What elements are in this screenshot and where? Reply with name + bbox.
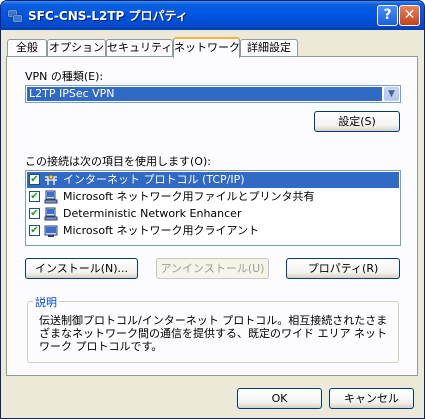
checkbox[interactable]: ✔ [29, 191, 40, 202]
properties-button[interactable]: プロパティ(R) [286, 258, 400, 279]
ok-button[interactable]: OK [237, 388, 322, 409]
tab-general[interactable]: 全般 [7, 39, 47, 57]
list-item-label: Microsoft ネットワーク用クライアント [63, 224, 260, 237]
list-item[interactable]: ✔ Microsoft ネットワーク用クライアント [27, 223, 399, 239]
vpn-type-value: L2TP IPSec VPN [27, 87, 382, 101]
client-icon [44, 225, 58, 237]
uninstall-button[interactable]: アンインストール(U) [156, 258, 269, 279]
list-item-label: Microsoft ネットワーク用ファイルとプリンタ共有 [63, 190, 315, 203]
components-label: この接続は次の項目を使用します(O): [25, 155, 211, 168]
checkbox[interactable]: ✔ [29, 174, 40, 185]
vpn-type-select[interactable]: L2TP IPSec VPN ▼ [25, 85, 401, 103]
list-item-label: インターネット プロトコル (TCP/IP) [63, 173, 245, 186]
tab-advanced[interactable]: 詳細設定 [240, 39, 298, 57]
close-button[interactable]: ✕ [399, 5, 420, 26]
service-icon [44, 207, 58, 221]
list-item-label: Deterministic Network Enhancer [63, 207, 242, 220]
tab-security[interactable]: セキュリティ [106, 39, 173, 57]
list-item[interactable]: ✔ Microsoft ネットワーク用ファイルとプリンタ共有 [27, 189, 399, 205]
checkbox[interactable]: ✔ [29, 225, 40, 236]
network-connection-icon [7, 9, 23, 23]
tab-options[interactable]: オプション [47, 39, 106, 57]
vpn-type-label: VPN の種類(E): [25, 70, 104, 83]
components-list[interactable]: ✔ インターネット プロトコル (TCP/IP) ✔ Microsoft ネット… [25, 170, 401, 246]
properties-dialog: SFC-CNS-L2TP プロパティ ? ✕ 全般 オプション セキュリティ ネ… [0, 0, 425, 419]
list-item[interactable]: ✔ Deterministic Network Enhancer [27, 206, 399, 222]
chevron-down-icon[interactable]: ▼ [384, 87, 399, 101]
help-button[interactable]: ? [377, 5, 398, 26]
tab-network[interactable]: ネットワーク [173, 37, 240, 58]
description-title: 説明 [33, 294, 59, 310]
window-title: SFC-CNS-L2TP プロパティ [28, 9, 188, 23]
settings-button[interactable]: 設定(S) [314, 111, 400, 132]
list-item[interactable]: ✔ インターネット プロトコル (TCP/IP) [27, 172, 399, 188]
checkbox[interactable]: ✔ [29, 208, 40, 219]
protocol-icon [45, 174, 57, 185]
service-icon [44, 190, 58, 204]
cancel-button[interactable]: キャンセル [329, 388, 414, 409]
title-bar[interactable]: SFC-CNS-L2TP プロパティ ? ✕ [1, 1, 424, 30]
description-text: 伝送制御プロトコル/インターネット プロトコル。相互接続されたさまざまなネットワ… [39, 314, 388, 353]
install-button[interactable]: インストール(N)... [25, 258, 138, 279]
